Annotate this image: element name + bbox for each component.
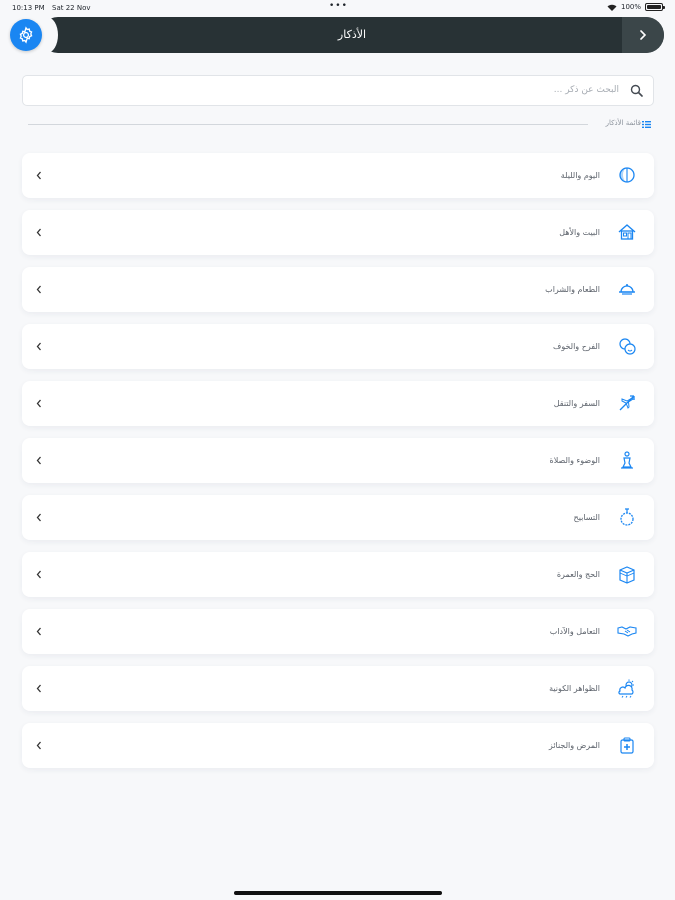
list-item-label: البيت والأهل	[559, 228, 600, 237]
home-indicator[interactable]	[234, 891, 442, 895]
list-item[interactable]: التسابيح	[22, 495, 654, 540]
gear-icon	[19, 26, 33, 44]
house-icon	[618, 224, 636, 240]
list-item-label: الظواهر الكونية	[549, 684, 600, 693]
list-item-label: اليوم والليلة	[560, 171, 600, 180]
airplane-icon	[619, 395, 635, 411]
status-date: Sat 22 Nov	[52, 4, 91, 12]
list-item[interactable]: الحج والعمرة	[22, 552, 654, 597]
emotions-icon	[619, 338, 636, 355]
list-item[interactable]: التعامل والآداب	[22, 609, 654, 654]
section-title: قائمة الأذكار	[605, 119, 641, 127]
chevron-left-icon	[36, 570, 41, 579]
list-item-label: التعامل والآداب	[549, 627, 600, 636]
list-item-label: المرض والجنائز	[548, 741, 600, 750]
back-button[interactable]	[622, 17, 664, 53]
list-item[interactable]: البيت والأهل	[22, 210, 654, 255]
list-item-label: الحج والعمرة	[556, 570, 600, 579]
list-item-label: الفرح والخوف	[553, 342, 600, 351]
chevron-left-icon	[36, 228, 41, 237]
chevron-left-icon	[36, 285, 41, 294]
prayer-beads-icon	[620, 508, 634, 526]
chevron-left-icon	[36, 741, 41, 750]
list-item[interactable]: اليوم والليلة	[22, 153, 654, 198]
chevron-left-icon	[36, 342, 41, 351]
wifi-icon	[607, 4, 617, 11]
multitasking-dots[interactable]: •••	[329, 1, 348, 11]
status-bar: 10:13 PM Sat 22 Nov ••• 100%	[0, 0, 675, 16]
weather-icon	[618, 679, 634, 698]
search-placeholder: البحث عن ذكر ...	[553, 85, 619, 95]
app-header: الأذكار	[36, 17, 664, 53]
section-divider	[28, 124, 588, 125]
list-item[interactable]: الفرح والخوف	[22, 324, 654, 369]
chevron-left-icon	[36, 513, 41, 522]
chevron-left-icon	[36, 456, 41, 465]
list-item-label: الوضوء والصلاة	[549, 456, 600, 465]
chevron-left-icon	[36, 171, 41, 180]
medical-icon	[620, 737, 634, 754]
prayer-icon	[621, 451, 633, 469]
list-item[interactable]: السفر والتنقل	[22, 381, 654, 426]
chevron-left-icon	[36, 684, 41, 693]
status-right: 100%	[607, 3, 665, 11]
search-icon	[630, 84, 643, 97]
food-dish-icon	[619, 284, 635, 295]
list-item[interactable]: المرض والجنائز	[22, 723, 654, 768]
search-input[interactable]: البحث عن ذكر ...	[22, 75, 654, 106]
status-time: 10:13 PM	[12, 4, 45, 12]
battery-icon	[645, 3, 665, 11]
list-item[interactable]: الوضوء والصلاة	[22, 438, 654, 483]
chevron-right-icon	[640, 30, 647, 40]
settings-button[interactable]	[10, 19, 42, 51]
page-title: الأذكار	[337, 28, 367, 41]
list-icon	[642, 121, 651, 128]
chevron-left-icon	[36, 399, 41, 408]
list-item[interactable]: الطعام والشراب	[22, 267, 654, 312]
day-night-icon	[619, 167, 635, 183]
list-item-label: التسابيح	[573, 513, 600, 522]
handshake-icon	[617, 626, 637, 637]
list-item-label: السفر والتنقل	[553, 399, 600, 408]
chevron-left-icon	[36, 627, 41, 636]
list-item-label: الطعام والشراب	[545, 285, 600, 294]
battery-percent: 100%	[620, 3, 641, 11]
list-item[interactable]: الظواهر الكونية	[22, 666, 654, 711]
kaaba-icon	[619, 566, 635, 584]
